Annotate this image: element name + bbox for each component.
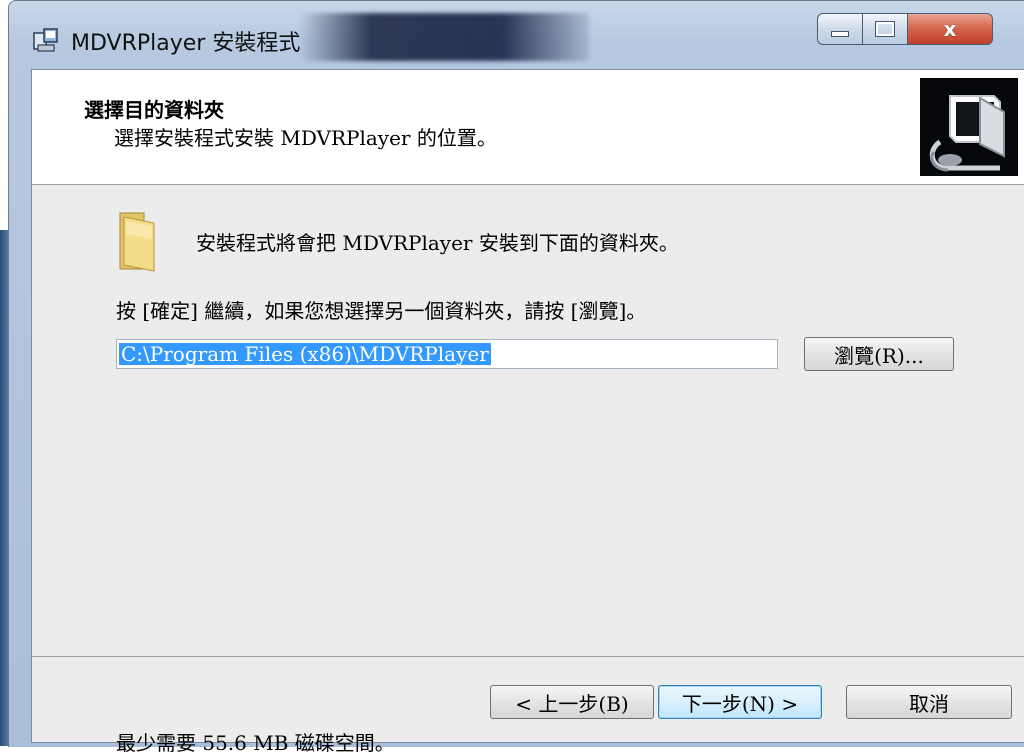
wizard-footer: < 上一步(B) 下一步(N) > 取消 (32, 656, 1024, 743)
cancel-button[interactable]: 取消 (846, 685, 1012, 719)
installer-window: MDVRPlayer 安裝程式 x 選擇目的資料夾 選擇安裝程式安裝 MDVRP… (8, 0, 1024, 755)
destination-path-value: C:\Program Files (x86)\MDVRPlayer (119, 342, 491, 366)
titlebar-obscured-region (299, 13, 589, 61)
folder-icon (119, 212, 155, 272)
destination-path-field[interactable]: C:\Program Files (x86)\MDVRPlayer (116, 339, 778, 369)
installer-icon (33, 28, 58, 52)
browse-instruction: 按 [確定] 繼續，如果您想選擇另一個資料夾，請按 [瀏覽]。 (116, 299, 647, 323)
close-icon: x (943, 17, 957, 41)
wizard-body: 安裝程式將會把 MDVRPlayer 安裝到下面的資料夾。 按 [確定] 繼續，… (32, 185, 1024, 755)
next-button[interactable]: 下一步(N) > (658, 685, 822, 719)
browse-button[interactable]: 瀏覽(R)... (804, 337, 954, 371)
maximize-button[interactable] (862, 13, 908, 45)
back-button[interactable]: < 上一步(B) (490, 685, 654, 719)
close-button[interactable]: x (907, 13, 993, 45)
destination-message: 安裝程式將會把 MDVRPlayer 安裝到下面的資料夾。 (196, 231, 679, 255)
minimize-button[interactable] (817, 13, 863, 45)
dialog-client-area: 選擇目的資料夾 選擇安裝程式安裝 MDVRPlayer 的位置。 安裝程式將會把… (31, 69, 1024, 755)
page-title: 選擇目的資料夾 (84, 98, 224, 122)
window-title: MDVRPlayer 安裝程式 (71, 31, 301, 56)
wizard-header: 選擇目的資料夾 選擇安裝程式安裝 MDVRPlayer 的位置。 (32, 70, 1024, 185)
maximize-icon (875, 21, 895, 37)
minimize-icon (831, 31, 849, 37)
page-subtitle: 選擇安裝程式安裝 MDVRPlayer 的位置。 (114, 126, 497, 150)
computer-install-icon (920, 78, 1018, 176)
